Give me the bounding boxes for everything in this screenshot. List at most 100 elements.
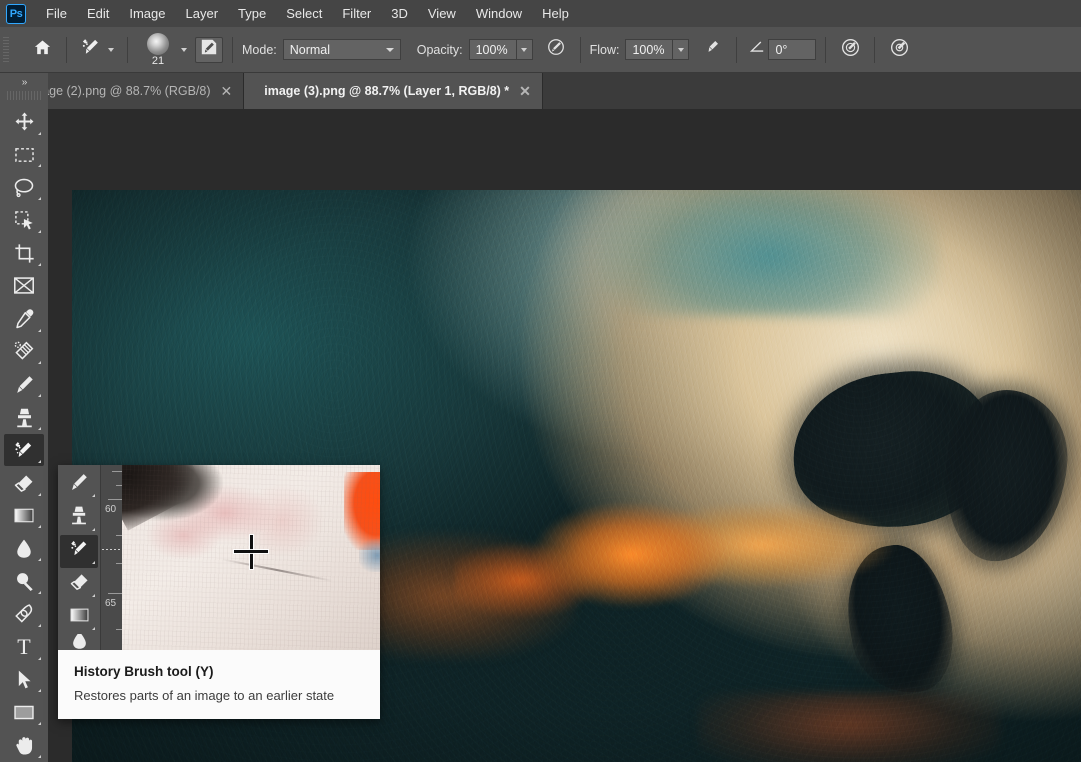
eyedropper-icon [14,308,35,329]
pen-icon [14,603,35,624]
flow-label: Flow: [589,42,620,57]
flyout-indicator [38,164,41,168]
tool-spot-healing-brush[interactable] [4,336,44,368]
flyout-indicator [38,558,41,562]
tool-type[interactable]: T [4,631,44,663]
menu-item-filter[interactable]: Filter [332,2,381,25]
flyout-tool-brush[interactable] [60,468,98,501]
brush-angle-input[interactable]: 0° [768,39,817,60]
collapse-panel-button[interactable]: » [2,75,46,90]
brush-preset-picker[interactable]: 21 [137,32,179,67]
flyout-indicator [38,459,41,463]
tool-pen[interactable] [4,598,44,630]
history-brush-icon [80,36,102,63]
eraser-icon [13,473,35,493]
chevron-down-icon [181,47,187,52]
airbrush-button[interactable] [697,35,727,65]
tool-gradient[interactable] [4,500,44,532]
brush-size-value: 21 [151,55,165,67]
flyout-tool-gradient[interactable] [60,601,98,634]
flyout-tool-blur[interactable] [60,634,98,650]
tool-eraser[interactable] [4,467,44,499]
tool-blur[interactable] [4,532,44,564]
opacity-stepper[interactable] [516,39,533,60]
chevron-down-icon [385,47,394,52]
flyout-indicator [38,689,41,693]
menu-item-type[interactable]: Type [228,2,276,25]
flyout-indicator [38,394,41,398]
flyout-indicator [38,755,41,759]
tool-preset-picker-button[interactable] [76,35,106,65]
photoshop-logo: Ps [6,3,26,24]
document-tab-title: image (3).png @ 88.7% (Layer 1, RGB/8) * [264,84,510,98]
flyout-indicator [92,627,95,631]
tools-panel-grip[interactable] [7,90,41,100]
tool-dodge[interactable] [4,565,44,597]
options-bar-grip[interactable] [3,36,9,63]
menu-item-file[interactable]: File [36,2,77,25]
menu-item-layer[interactable]: Layer [176,2,229,25]
tool-object-selection[interactable] [4,204,44,236]
tool-lasso[interactable] [4,171,44,203]
menu-item-image[interactable]: Image [119,2,175,25]
clone-stamp-icon [69,505,89,530]
options-separator-5 [736,36,738,63]
frame-icon [13,276,35,295]
tooltip-title: History Brush tool (Y) [74,664,214,679]
opacity-pressure-button[interactable] [541,35,571,65]
flyout-indicator [38,722,41,726]
tool-path-selection[interactable] [4,664,44,696]
menu-item-select[interactable]: Select [276,2,332,25]
tool-rectangle-shape[interactable] [4,696,44,728]
options-separator-1 [66,36,67,63]
tool-flyout-overlay: 60 65 History Brush tool (Y) Restores pa… [58,465,380,719]
close-icon[interactable]: ✕ [221,84,233,98]
opacity-input[interactable]: 100% [468,39,517,60]
tool-preset-caret[interactable] [108,47,114,52]
ruler-label-60: 60 [105,504,117,515]
brush-preset-caret[interactable] [181,47,187,52]
gradient-icon [13,507,35,524]
crosshair-horizontal [234,550,268,554]
history-brush-icon [13,439,35,461]
gradient-icon [69,607,90,628]
flow-stepper[interactable] [673,39,690,60]
menu-item-view[interactable]: View [418,2,466,25]
menu-item-edit[interactable]: Edit [77,2,119,25]
flow-input[interactable]: 100% [625,39,674,60]
menu-item-window[interactable]: Window [466,2,532,25]
blur-droplet-icon [71,634,88,650]
flyout-tool-clone-stamp[interactable] [60,501,98,534]
zoom-preview-panel[interactable] [122,465,380,650]
menu-item-3d[interactable]: 3D [381,2,418,25]
tool-crop[interactable] [4,237,44,269]
dodge-icon [14,571,35,592]
tool-move[interactable] [4,106,44,138]
tool-brush[interactable] [4,368,44,400]
brush-settings-button[interactable] [195,36,223,63]
flyout-indicator [92,594,95,598]
document-tab-image-3[interactable]: image (3).png @ 88.7% (Layer 1, RGB/8) *… [244,73,543,109]
document-tab-bar: image (2).png @ 88.7% (RGB/8) ✕ image (3… [0,73,1081,109]
options-separator-2 [127,36,128,63]
flyout-tool-history-brush[interactable] [60,534,98,568]
flyout-indicator [92,494,95,498]
blend-mode-select[interactable]: Normal [282,39,401,60]
flyout-tool-eraser[interactable] [60,568,98,601]
brush-tip-preview [147,33,169,55]
tool-rectangular-marquee[interactable] [4,139,44,171]
tool-tooltip: History Brush tool (Y) Restores parts of… [58,650,380,719]
tool-frame[interactable] [4,270,44,302]
pressure-size-button[interactable] [835,35,865,65]
home-button[interactable] [27,35,57,65]
menu-item-help[interactable]: Help [532,2,579,25]
tool-eyedropper[interactable] [4,303,44,335]
tool-history-brush[interactable] [4,433,44,466]
rectangle-shape-icon [13,704,35,721]
tool-clone-stamp[interactable] [4,401,44,433]
pressure-size-icon [840,37,861,63]
symmetry-button[interactable] [884,35,914,65]
symmetry-icon [889,37,910,63]
close-icon[interactable]: ✕ [519,84,531,98]
tool-hand[interactable] [4,729,44,761]
